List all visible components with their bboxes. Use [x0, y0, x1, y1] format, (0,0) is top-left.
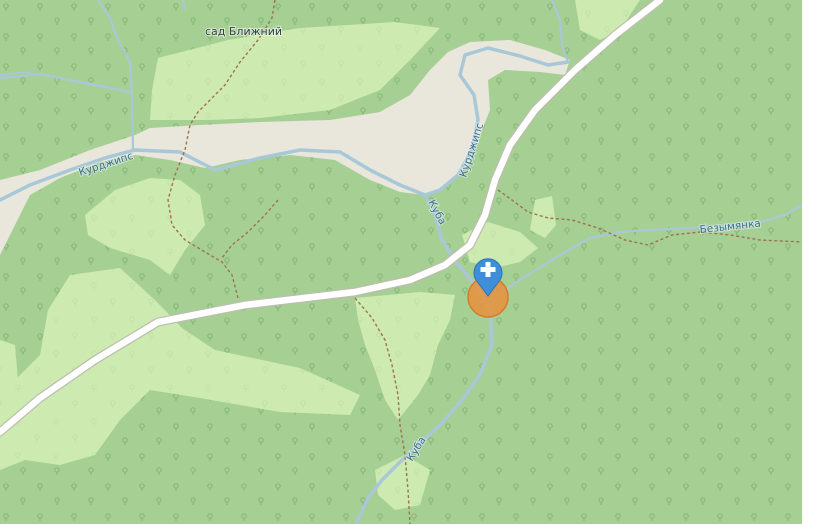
- settlement-label: сад Ближний: [205, 25, 282, 38]
- meadow-texture: [0, 0, 821, 524]
- map-canvas[interactable]: сад Ближний Курджипс Курджипс Куба Куба …: [0, 0, 821, 524]
- map-view[interactable]: сад Ближний Курджипс Курджипс Куба Куба …: [0, 0, 821, 524]
- map-edge-strip: [802, 0, 821, 524]
